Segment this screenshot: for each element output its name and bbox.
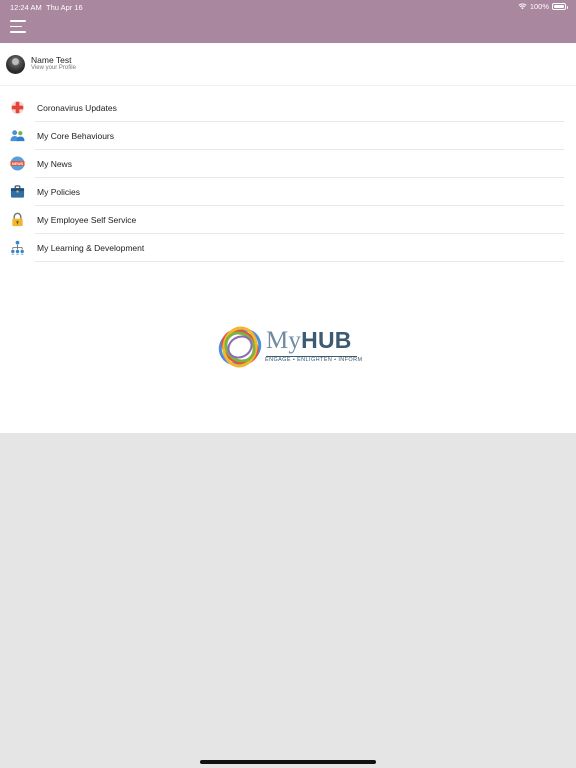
battery-icon (552, 3, 568, 10)
padlock-icon (12, 212, 23, 227)
logo-rings-icon (218, 326, 262, 368)
menu-list: Coronavirus Updates My Core Behaviours N… (0, 94, 576, 262)
hamburger-menu-icon[interactable] (10, 20, 26, 33)
svg-text:NEWS: NEWS (12, 162, 24, 166)
menu-item-label: My Employee Self Service (37, 215, 137, 225)
profile-name: Name Test (31, 55, 72, 66)
menu-item-core-behaviours[interactable]: My Core Behaviours (0, 122, 576, 150)
menu-item-coronavirus-updates[interactable]: Coronavirus Updates (0, 94, 576, 122)
status-date: Thu Apr 16 (46, 3, 83, 12)
profile-subtitle: View your Profile (31, 65, 76, 72)
logo-prefix: My (266, 327, 302, 354)
menu-item-label: My Core Behaviours (37, 131, 115, 141)
avatar (6, 54, 25, 74)
menu-item-employee-self-service[interactable]: My Employee Self Service (0, 206, 576, 234)
status-bar: 12:24 AM Thu Apr 16 100% (0, 0, 576, 14)
myhub-logo: MyHUB ENGAGE • ENLIGHTEN • INFORM (216, 323, 366, 373)
wifi-icon (518, 3, 527, 10)
people-icon (10, 130, 25, 142)
org-chart-icon (11, 240, 24, 255)
logo-tagline: ENGAGE • ENLIGHTEN • INFORM (265, 357, 363, 363)
menu-item-label: My News (37, 159, 72, 169)
app-header: 12:24 AM Thu Apr 16 100% (0, 0, 576, 43)
news-icon: NEWS (10, 156, 25, 171)
menu-item-learning-development[interactable]: My Learning & Development (0, 234, 576, 262)
logo-main: HUB (301, 327, 352, 353)
medical-cross-icon (10, 100, 25, 115)
logo-text: MyHUB (266, 327, 352, 355)
menu-item-policies[interactable]: My Policies (0, 178, 576, 206)
briefcase-icon (10, 185, 25, 198)
menu-item-news[interactable]: NEWS My News (0, 150, 576, 178)
content-panel: Name Test View your Profile Coronavirus … (0, 43, 576, 433)
status-time: 12:24 AM (10, 3, 42, 12)
battery-percent: 100% (529, 2, 549, 11)
profile-row[interactable]: Name Test View your Profile (0, 43, 576, 86)
status-right: 100% (518, 2, 568, 11)
menu-item-label: My Policies (37, 187, 80, 197)
menu-item-label: Coronavirus Updates (37, 103, 117, 113)
menu-item-label: My Learning & Development (37, 243, 145, 253)
home-indicator[interactable] (200, 760, 376, 764)
profile-text: Name Test View your Profile (31, 56, 76, 71)
divider (35, 261, 564, 262)
